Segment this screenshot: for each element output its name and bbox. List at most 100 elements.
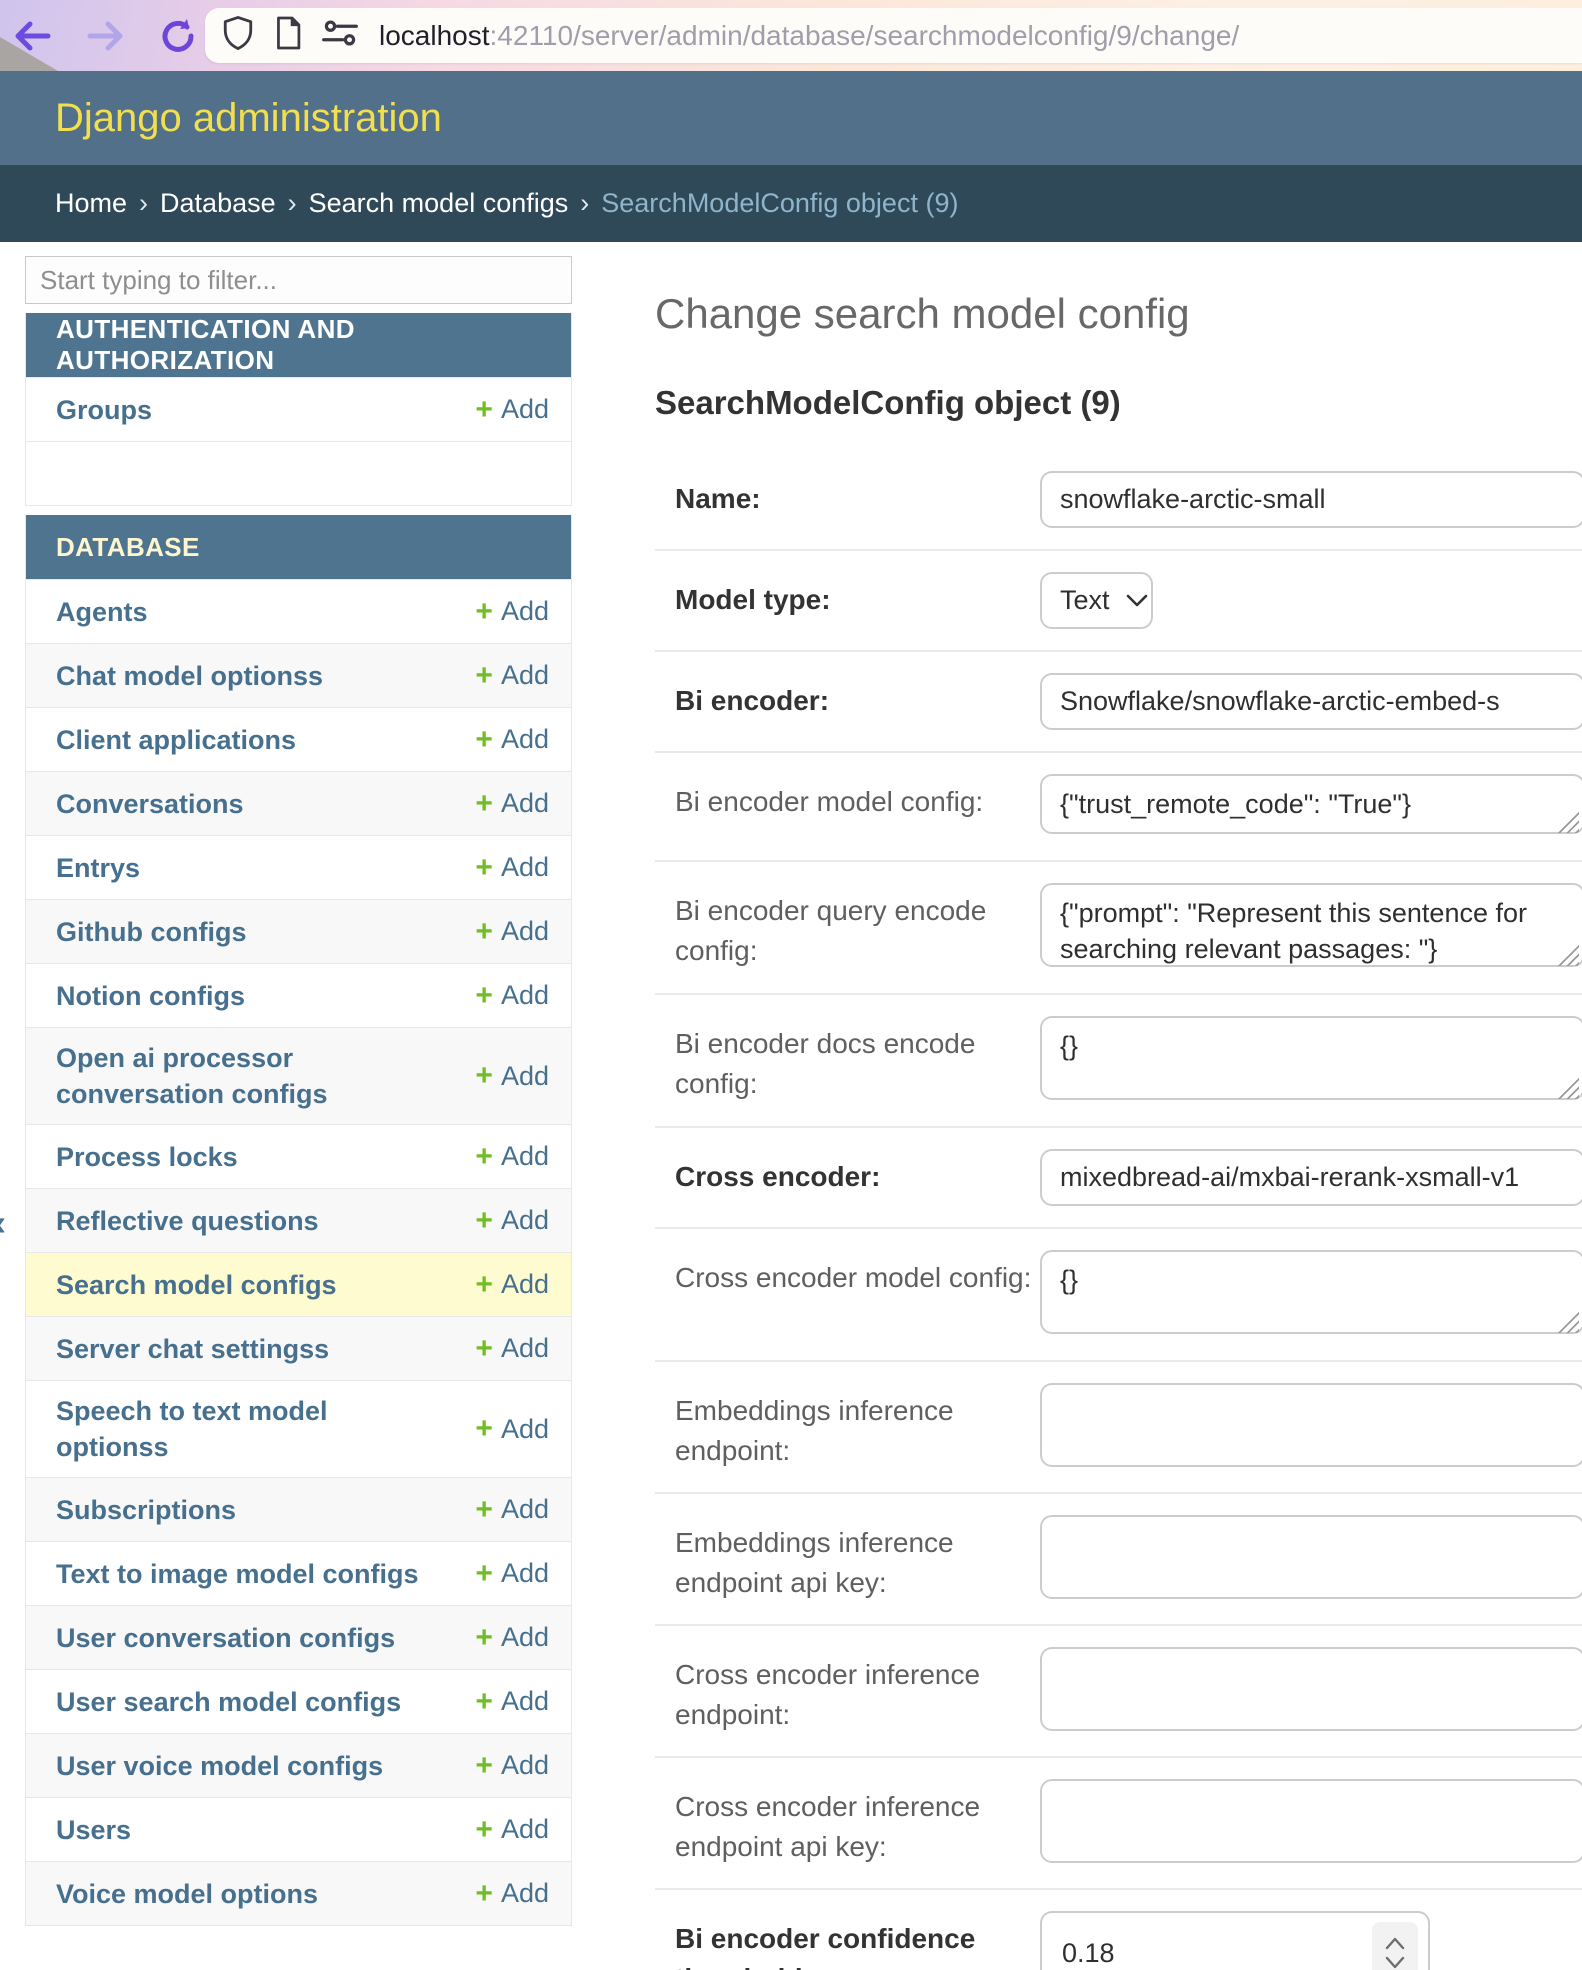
model-link[interactable]: Chat model optionss (56, 658, 323, 694)
field-label-bi-encoder-query-encode-config: Bi encoder query encode config: (675, 883, 1040, 971)
field-textarea-bi-encoder-docs-encode-config[interactable] (1040, 1016, 1582, 1100)
field-label-cross-encoder-inference-endpoint: Cross encoder inference endpoint: (675, 1647, 1040, 1735)
sidebar-item-reflective-questions: Reflective questions +Add (26, 1188, 571, 1252)
model-link[interactable]: Client applications (56, 722, 296, 758)
url-bar[interactable]: localhost:42110/server/admin/database/se… (205, 8, 1582, 63)
breadcrumb-separator: › (139, 188, 148, 219)
plus-icon: + (475, 1142, 493, 1172)
add-label: Add (501, 1333, 549, 1364)
add-link[interactable]: +Add (475, 394, 549, 425)
add-link[interactable]: +Add (475, 1878, 549, 1909)
field-input-name[interactable] (1040, 471, 1582, 528)
add-link[interactable]: +Add (475, 852, 549, 883)
sidebar-item-conversations: Conversations +Add (26, 771, 571, 835)
sidebar-item-process-locks: Process locks +Add (26, 1124, 571, 1188)
form-row-model-type: Model type:Text (655, 551, 1582, 652)
add-link[interactable]: +Add (475, 1269, 549, 1300)
breadcrumb-item[interactable]: Search model configs (309, 188, 569, 219)
sidebar-item-user-voice-model-configs: User voice model configs +Add (26, 1733, 571, 1797)
form-row-embeddings-inference-endpoint: Embeddings inference endpoint: (655, 1362, 1582, 1494)
model-link[interactable]: Speech to text model optionss (56, 1393, 436, 1465)
breadcrumb-item[interactable]: Home (55, 188, 127, 219)
breadcrumb-item: SearchModelConfig object (9) (601, 188, 958, 219)
model-link[interactable]: Github configs (56, 914, 246, 950)
permissions-sliders-icon[interactable] (321, 18, 359, 53)
form-row-bi-encoder: Bi encoder: (655, 652, 1582, 753)
page-info-icon[interactable] (273, 15, 303, 56)
field-label-bi-encoder-model-config: Bi encoder model config: (675, 774, 1040, 822)
model-link[interactable]: Agents (56, 594, 148, 630)
add-link[interactable]: +Add (475, 596, 549, 627)
add-link[interactable]: +Add (475, 1750, 549, 1781)
model-link[interactable]: Reflective questions (56, 1203, 319, 1239)
plus-icon: + (475, 1495, 493, 1525)
plus-icon: + (475, 725, 493, 755)
add-link[interactable]: +Add (475, 1686, 549, 1717)
add-link[interactable]: +Add (475, 1622, 549, 1653)
add-link[interactable]: +Add (475, 916, 549, 947)
model-link[interactable]: Entrys (56, 850, 140, 886)
model-link[interactable]: Groups (56, 392, 152, 428)
model-link[interactable]: User voice model configs (56, 1748, 383, 1784)
sidebar-section-caption[interactable]: DATABASE (26, 515, 571, 579)
model-link[interactable]: Text to image model configs (56, 1556, 419, 1592)
add-link[interactable]: +Add (475, 1205, 549, 1236)
number-spinner[interactable] (1372, 1922, 1418, 1970)
reload-button[interactable] (158, 16, 198, 56)
url-host: localhost (379, 20, 490, 51)
model-link[interactable]: User search model configs (56, 1684, 401, 1720)
field-input-embeddings-inference-endpoint[interactable] (1040, 1383, 1582, 1467)
sidebar-item-github-configs: Github configs +Add (26, 899, 571, 963)
model-link[interactable]: Users (56, 1812, 131, 1848)
shield-icon[interactable] (221, 14, 255, 57)
add-link[interactable]: +Add (475, 980, 549, 1011)
field-textarea-bi-encoder-model-config[interactable] (1040, 774, 1582, 834)
plus-icon: + (475, 1270, 493, 1300)
site-title-link[interactable]: Django administration (55, 96, 442, 141)
model-link[interactable]: Voice model options (56, 1876, 318, 1912)
url-text[interactable]: localhost:42110/server/admin/database/se… (379, 20, 1239, 52)
add-link[interactable]: +Add (475, 1814, 549, 1845)
field-input-embeddings-inference-endpoint-api-key[interactable] (1040, 1515, 1582, 1599)
field-textarea-cross-encoder-model-config[interactable] (1040, 1250, 1582, 1334)
model-link[interactable]: Process locks (56, 1139, 238, 1175)
model-link[interactable]: Open ai processor conversation configs (56, 1040, 436, 1112)
add-link[interactable]: +Add (475, 1414, 549, 1445)
sidebar-item-open-ai-processor-conversation-configs: Open ai processor conversation configs +A… (26, 1027, 571, 1124)
add-link[interactable]: +Add (475, 724, 549, 755)
forward-button[interactable] (84, 18, 128, 54)
form-row-cross-encoder: Cross encoder: (655, 1128, 1582, 1229)
add-link[interactable]: +Add (475, 1333, 549, 1364)
model-link[interactable]: Subscriptions (56, 1492, 236, 1528)
form-row-name: Name: (655, 450, 1582, 551)
model-link[interactable]: User conversation configs (56, 1620, 395, 1656)
add-link[interactable]: +Add (475, 1558, 549, 1589)
breadcrumb-item[interactable]: Database (160, 188, 276, 219)
change-form: Name:Model type:TextBi encoder: Bi encode… (655, 450, 1582, 1970)
field-textarea-bi-encoder-query-encode-config[interactable] (1040, 883, 1582, 967)
field-input-cross-encoder-inference-endpoint[interactable] (1040, 1647, 1582, 1731)
add-label: Add (501, 852, 549, 883)
sidebar-filter-input[interactable] (25, 256, 572, 304)
back-button[interactable] (10, 18, 54, 54)
sidebar-section-caption[interactable]: AUTHENTICATION AND AUTHORIZATION (26, 313, 571, 377)
field-input-cross-encoder-inference-endpoint-api-key[interactable] (1040, 1779, 1582, 1863)
model-link[interactable]: Search model configs (56, 1267, 337, 1303)
field-input-cross-encoder[interactable] (1040, 1149, 1582, 1206)
add-link[interactable]: +Add (475, 660, 549, 691)
add-link[interactable]: +Add (475, 1061, 549, 1092)
field-input-bi-encoder[interactable] (1040, 673, 1582, 730)
sidebar-module: AUTHENTICATION AND AUTHORIZATION Groups +A… (25, 313, 572, 506)
sidebar-collapse-toggle[interactable]: « (0, 1202, 6, 1244)
breadcrumb: Home›Database›Search model configs›Searc… (0, 165, 1582, 242)
sidebar-item-agents: Agents +Add (26, 579, 571, 643)
add-link[interactable]: +Add (475, 1141, 549, 1172)
nav-sidebar: AUTHENTICATION AND AUTHORIZATIONGroups+A… (25, 256, 572, 1970)
field-label-cross-encoder: Cross encoder: (675, 1149, 1040, 1197)
model-link[interactable]: Server chat settingss (56, 1331, 329, 1367)
model-link[interactable]: Conversations (56, 786, 244, 822)
model-link[interactable]: Notion configs (56, 978, 245, 1014)
field-select-model-type[interactable]: Text (1040, 572, 1153, 629)
add-link[interactable]: +Add (475, 788, 549, 819)
add-link[interactable]: +Add (475, 1494, 549, 1525)
